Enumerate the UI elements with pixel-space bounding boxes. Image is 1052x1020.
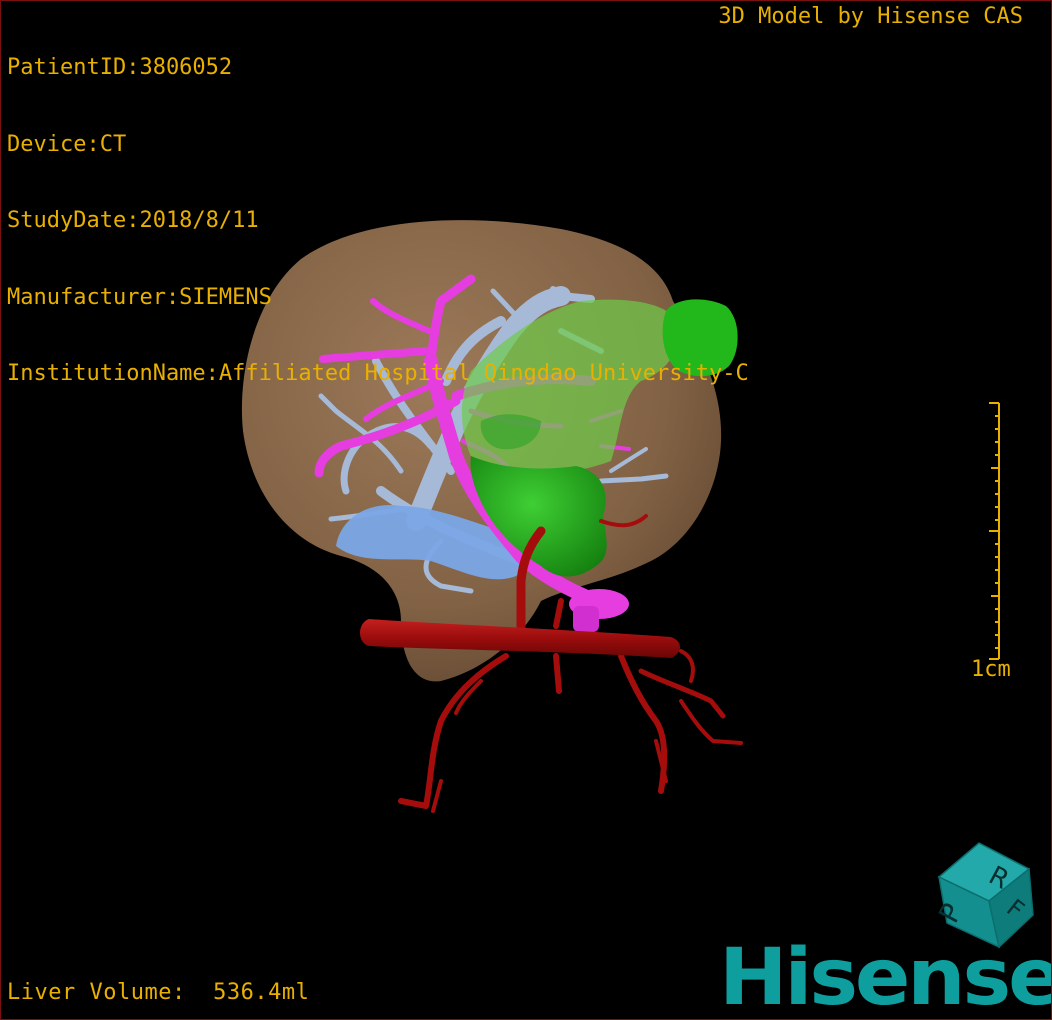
- hisense-logo: Hisense: [719, 933, 1052, 1020]
- manufacturer: Manufacturer:SIEMENS: [7, 284, 272, 310]
- model-credit: 3D Model by Hisense CAS: [718, 4, 1023, 29]
- device: Device:CT: [7, 131, 127, 157]
- 3d-viewport[interactable]: PatientID:3806052 Device:CT StudyDate:20…: [0, 0, 1052, 1020]
- patient-info-overlay: PatientID:3806052 Device:CT StudyDate:20…: [7, 4, 749, 438]
- institution-name: InstitutionName:Affiliated Hospital Qing…: [7, 361, 749, 386]
- scale-bar: [989, 402, 1000, 660]
- scale-label: 1cm: [971, 657, 1011, 682]
- liver-volume-readout: Liver Volume: 536.4ml: [7, 979, 310, 1005]
- study-date: StudyDate:2018/8/11: [7, 208, 259, 233]
- patient-id: PatientID:3806052: [7, 55, 233, 80]
